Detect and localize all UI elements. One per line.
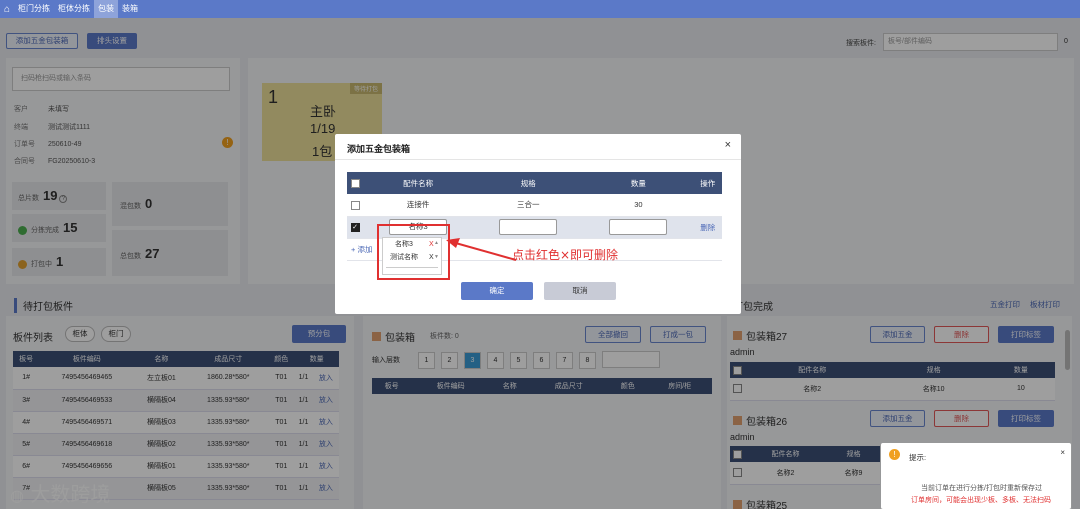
col-spec: 规格 xyxy=(473,172,584,194)
modal-divider xyxy=(335,159,741,160)
row-checkbox[interactable] xyxy=(350,200,360,210)
col-qty: 数量 xyxy=(583,172,694,194)
cancel-button[interactable]: 取消 xyxy=(544,282,616,300)
tip-line1: 当前订单在进行分拣/打包时重新保存过 xyxy=(921,485,1042,492)
warning-icon: ! xyxy=(889,449,900,460)
tip-line2: 订单房间，可能会出现少板、多板、无法扫码 xyxy=(911,497,1051,504)
close-icon[interactable]: × xyxy=(725,139,731,151)
annotation-arrow xyxy=(446,238,517,261)
annotation-text: 点击红色×即可删除 xyxy=(512,248,619,262)
select-all-checkbox[interactable] xyxy=(350,178,360,188)
modal-title: 添加五金包装箱 xyxy=(347,144,411,154)
tab-door-sort[interactable]: 柜门分拣 xyxy=(14,0,54,18)
tab-cabinet-sort[interactable]: 柜体分拣 xyxy=(54,0,94,18)
tip-popup: ! 提示: × 当前订单在进行分拣/打包时重新保存过 订单房间，可能会出现少板、… xyxy=(881,443,1071,509)
tip-close-icon[interactable]: × xyxy=(1060,448,1065,457)
tip-title: 提示: xyxy=(909,453,927,462)
modal-row: 连接件 三合一 30 xyxy=(347,194,722,217)
confirm-button[interactable]: 确定 xyxy=(461,282,533,300)
col-part-name: 配件名称 xyxy=(363,172,474,194)
qty-input[interactable] xyxy=(609,219,668,235)
tab-packing[interactable]: 包装 xyxy=(94,0,118,18)
home-icon[interactable]: ⌂ xyxy=(0,0,14,18)
tab-loading[interactable]: 装箱 xyxy=(118,0,142,18)
delete-link[interactable]: 删除 xyxy=(693,216,722,239)
col-action: 操作 xyxy=(693,172,722,194)
top-nav: ⌂ 柜门分拣 柜体分拣 包装 装箱 xyxy=(0,0,1080,18)
row-checkbox-checked[interactable]: ✓ xyxy=(350,222,360,232)
spec-input[interactable] xyxy=(499,219,558,235)
